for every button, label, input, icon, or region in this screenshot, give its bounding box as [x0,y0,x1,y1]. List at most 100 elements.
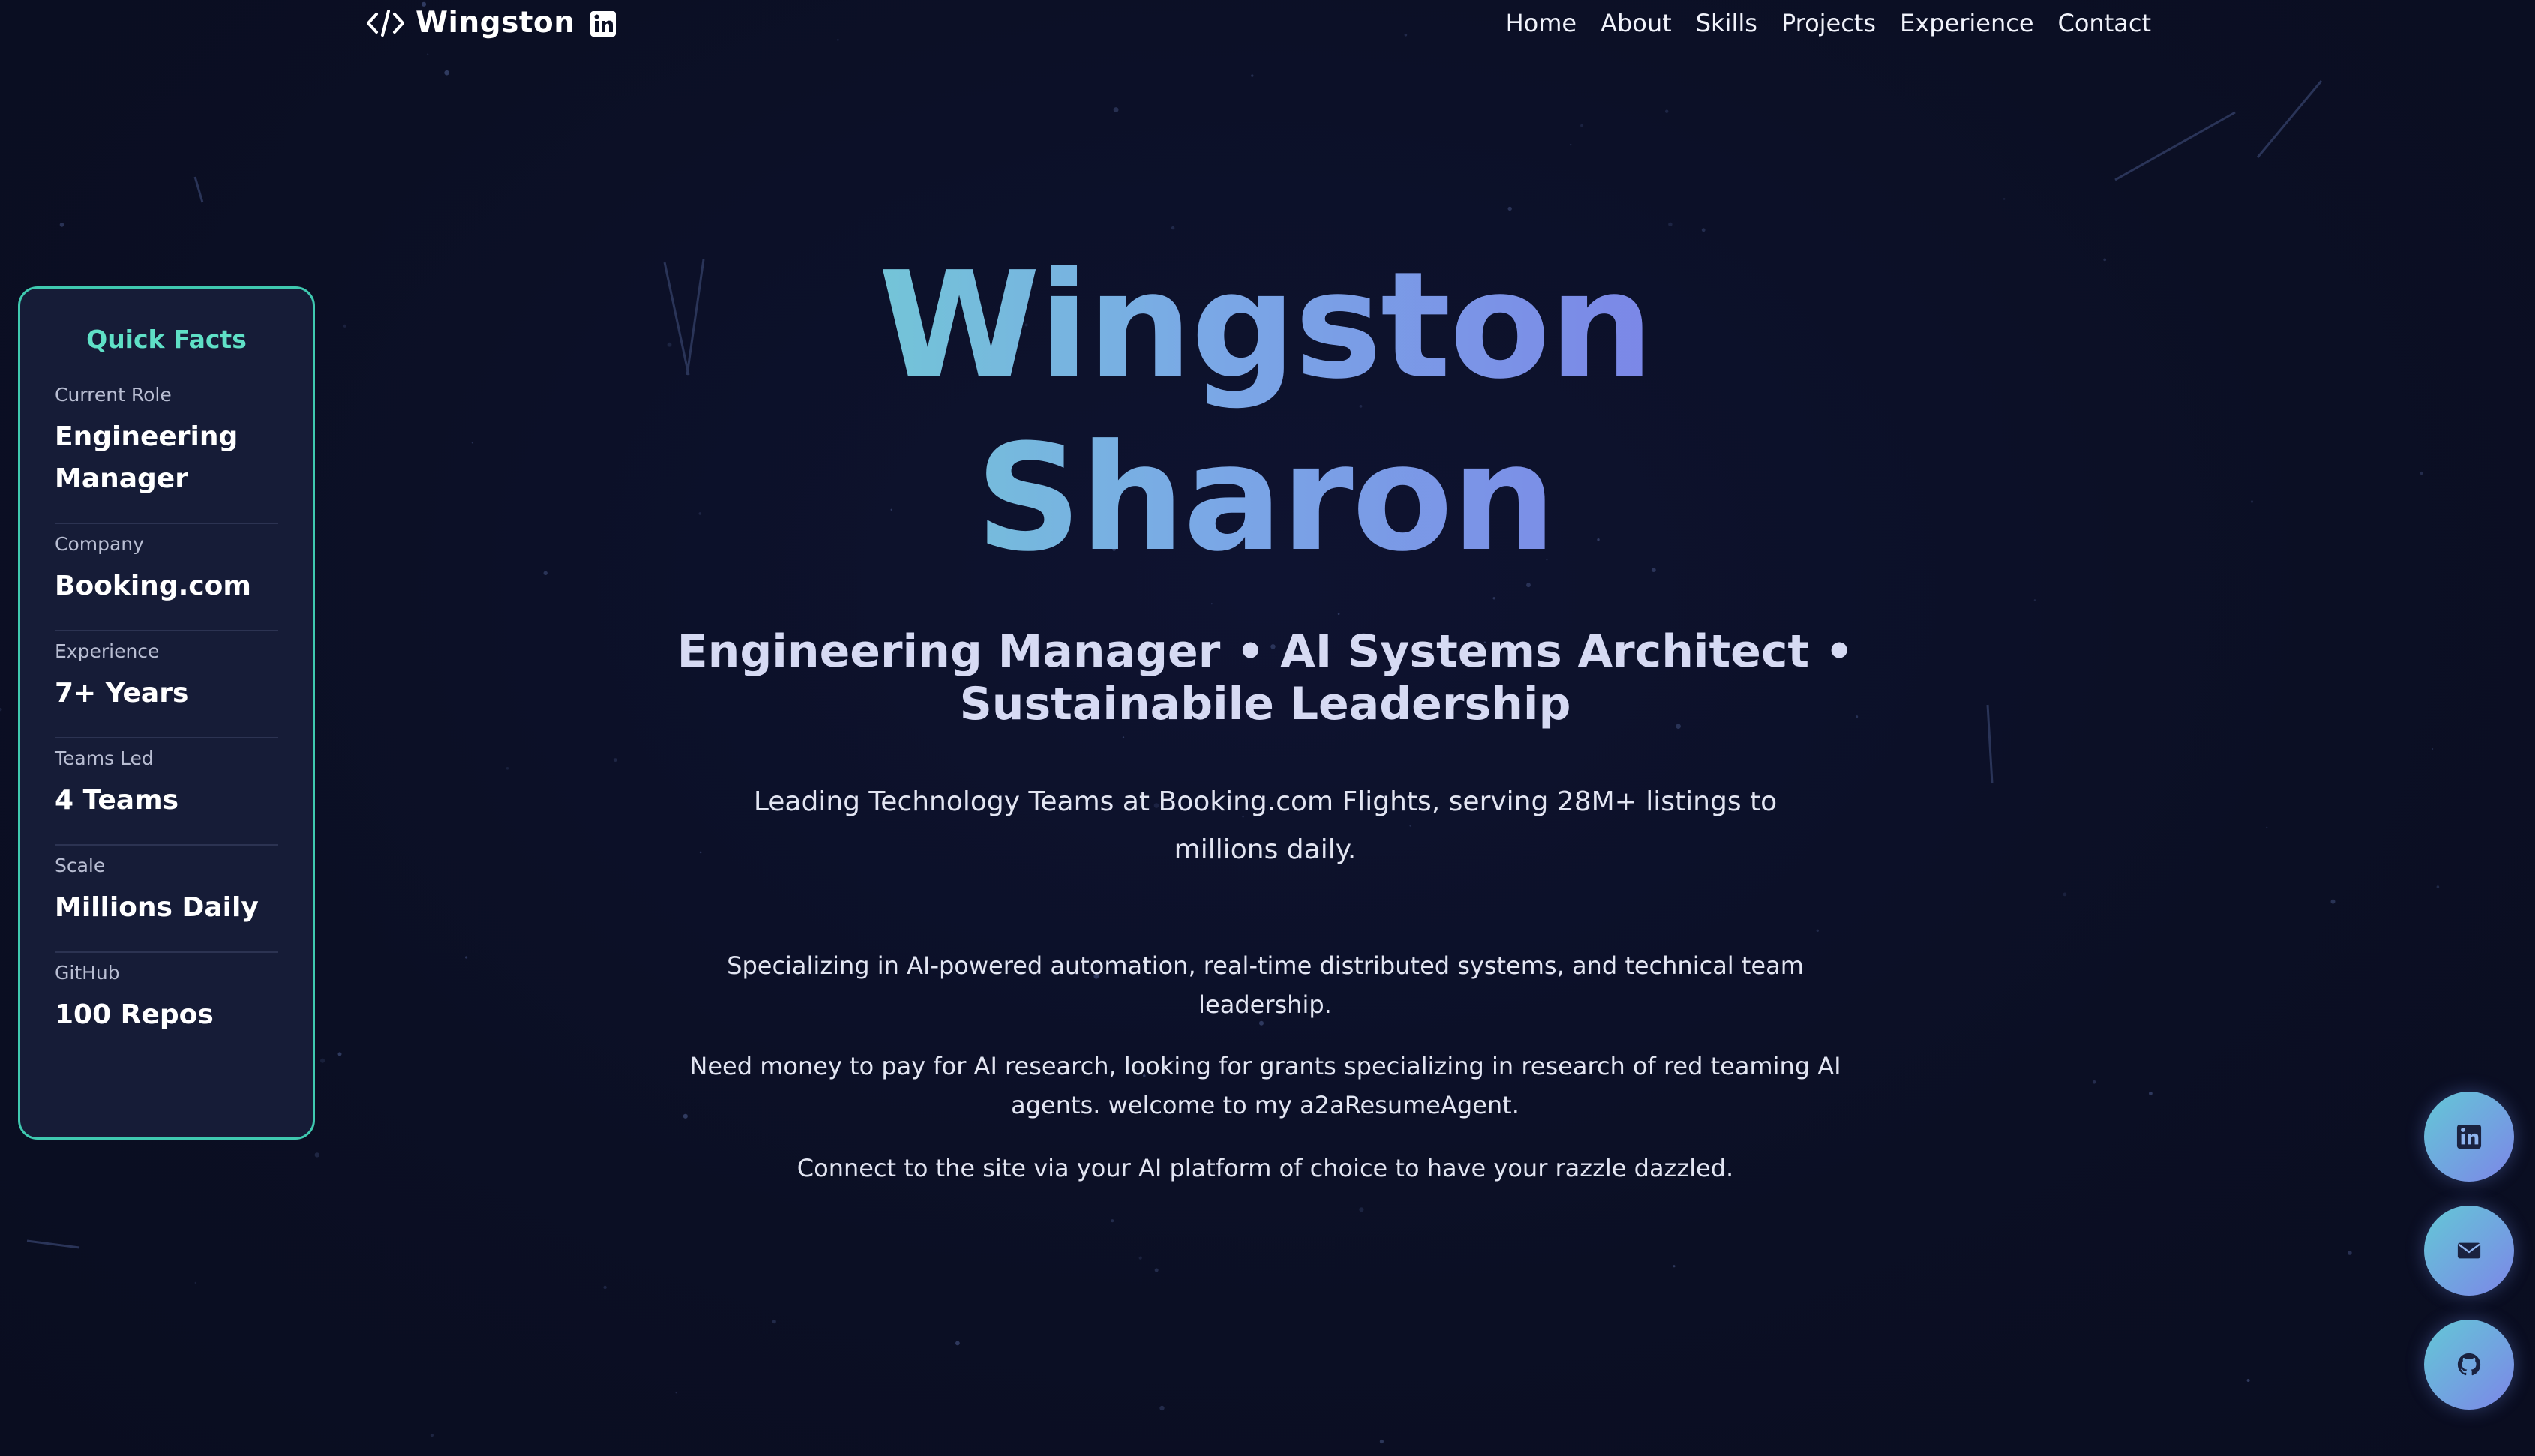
code-brackets-icon [367,9,404,37]
background-star [2330,899,2336,904]
background-star [2246,1379,2250,1382]
fact-label: Company [55,533,144,555]
nav-link-projects[interactable]: Projects [1781,9,1876,37]
nav-link-contact[interactable]: Contact [2058,9,2152,37]
background-line [2114,111,2236,181]
fact-label: Experience [55,640,160,662]
site-logo[interactable]: Wingston [366,6,574,40]
background-star [444,70,449,76]
background-star [603,1285,607,1290]
background-star [613,758,617,762]
linkedin-icon[interactable] [590,10,616,37]
hero-paragraph: Specializing in AI-powered automation, r… [727,951,1804,1019]
background-star [1154,1268,1159,1272]
background-star [2266,826,2268,829]
nav-link-about[interactable]: About [1600,9,1672,37]
portfolio-page: Wingston Home About Skills Projects Expe… [0,0,2535,1456]
fact-current-role: Current Role Engineering Manager [55,375,278,524]
fact-label: Current Role [55,384,172,406]
background-star [2432,747,2434,750]
background-star [320,1058,326,1063]
background-star [471,442,473,444]
fact-company: Company Booking.com [55,524,278,631]
fact-value: Booking.com [55,571,251,601]
background-star [1668,222,1672,226]
background-star [2062,892,2067,897]
quick-facts-card: Quick Facts Current Role Engineering Man… [18,286,315,1140]
fact-scale: Scale Millions Daily [55,846,278,953]
fact-label: GitHub [55,962,120,984]
background-star [506,767,509,770]
background-star [194,1281,196,1284]
background-star [675,1392,677,1394]
background-star [426,53,429,55]
hero-paragraph: Need money to pay for AI research, looki… [689,1052,1841,1119]
background-line [2256,80,2323,158]
background-star [543,571,548,575]
background-star [1138,1256,1142,1260]
background-line [194,176,204,203]
hero-paragraph: Connect to the site via your AI platform… [796,1154,1734,1182]
background-star [2436,885,2440,888]
background-star [1508,206,1512,211]
background-star [314,1152,320,1158]
background-star [1672,1265,1676,1268]
nav-link-home[interactable]: Home [1506,9,1577,37]
background-star [1570,143,1572,146]
background-star [2103,258,2107,262]
hero-tagline: Leading Technology Teams at Booking.com … [753,786,1778,865]
background-star [2250,500,2254,503]
fact-value: Engineering Manager [55,421,238,494]
hero-name-last: Sharon [976,413,1555,584]
background-star [1111,1219,1114,1223]
background-star [1856,715,1858,718]
background-star [2149,1092,2152,1095]
background-star [1171,226,1175,230]
linkedin-icon [2456,1124,2482,1149]
floating-linkedin-button[interactable] [2424,1092,2514,1182]
background-star [1701,228,1706,232]
background-star [1359,1207,1364,1212]
fact-label: Scale [55,855,106,876]
background-star [1251,74,1254,77]
background-star [2033,599,2036,601]
background-star [343,324,346,328]
background-star [465,956,468,959]
background-star [1113,107,1119,112]
fact-value: 100 Repos [55,999,214,1030]
background-line [26,1239,80,1249]
nav-link-skills[interactable]: Skills [1696,9,1757,37]
floating-email-button[interactable] [2424,1206,2514,1296]
top-navigation: Wingston Home About Skills Projects Expe… [0,0,2535,51]
floating-github-button[interactable] [2424,1320,2514,1410]
background-star [2002,198,2006,200]
nav-links: Home About Skills Projects Experience Co… [1506,9,2151,37]
quick-facts-title: Quick Facts [86,325,247,354]
background-star [59,223,64,227]
background-star [1665,109,1669,113]
hero-section: Wingston Sharon Engineering Manager • AI… [675,240,1856,1188]
background-star [2347,1251,2352,1255]
fact-value: 4 Teams [55,785,179,816]
hero-name-first: Wingston [878,241,1652,412]
fact-experience: Experience 7+ Years [55,631,278,738]
background-star [772,1320,776,1324]
background-star [1379,1439,1384,1444]
background-star [667,342,672,347]
fact-value: Millions Daily [55,892,259,923]
fact-label: Teams Led [55,747,154,769]
hero-subtitle: Engineering Manager • AI Systems Archite… [676,625,1854,730]
background-line [1986,704,1994,784]
nav-link-experience[interactable]: Experience [1900,9,2033,37]
background-star [0,708,2,712]
background-star [430,1434,434,1437]
background-star [338,1052,342,1056]
fact-teams-led: Teams Led 4 Teams [55,738,278,846]
fact-value: 7+ Years [55,678,189,709]
site-name: Wingston [416,6,575,40]
fact-github: GitHub 100 Repos [55,953,278,1059]
background-star [1160,1405,1165,1411]
hero-name: Wingston Sharon [675,240,1856,585]
envelope-icon [2457,1242,2481,1259]
background-star [956,1341,960,1346]
